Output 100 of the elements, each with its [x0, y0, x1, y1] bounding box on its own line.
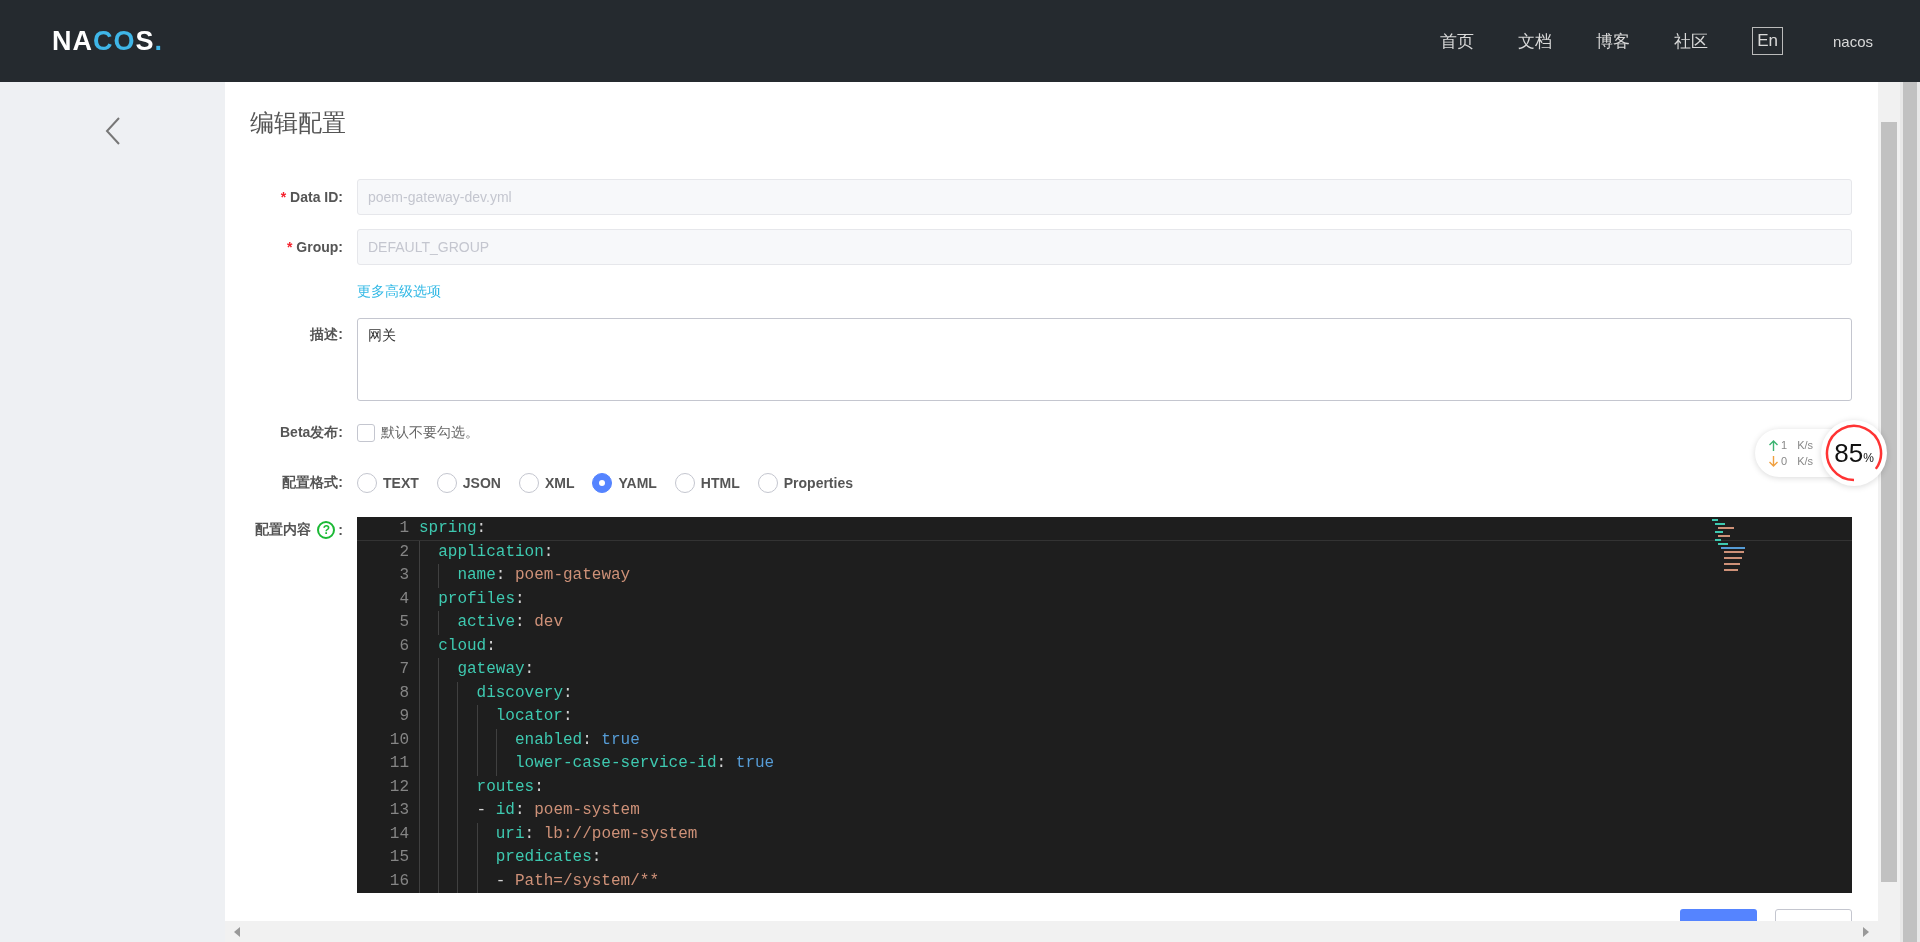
code-token: spring [419, 518, 477, 539]
code-token: enabled [514, 729, 583, 751]
code-token: lb://poem-system [543, 823, 698, 845]
code-editor[interactable] [357, 517, 1852, 893]
speed-unit: K/s [1797, 439, 1814, 451]
code-token: true [735, 753, 775, 774]
code-token: : [514, 800, 526, 821]
logo[interactable]: NACOS. [52, 25, 164, 57]
code-token: profiles [438, 588, 515, 610]
code-token: application [438, 541, 544, 563]
code-token: : [515, 612, 526, 633]
field-label: 配置格式: [281, 474, 343, 492]
code-token: poem-system [534, 800, 640, 821]
code-token: : [534, 776, 544, 798]
colon: : [338, 522, 343, 538]
code-token: : [563, 682, 573, 704]
code-token: : [476, 518, 487, 539]
checkbox-label: 默认不要勾选。 [381, 424, 479, 442]
scroll-right-icon[interactable] [1862, 926, 1870, 937]
line-number: 3 [398, 565, 410, 586]
field-label: 描述: [309, 326, 343, 344]
code-token: dev [534, 612, 563, 633]
nav-link[interactable]: 社区 [1652, 29, 1731, 53]
code-token: locator [495, 706, 563, 727]
radio-circle[interactable] [674, 473, 695, 493]
vertical-scrollbar[interactable] [1878, 82, 1900, 942]
field-label: * Group: [285, 239, 343, 255]
radio-label: Properties [783, 475, 853, 491]
code-token: id [495, 800, 515, 821]
code-token: : [716, 753, 728, 774]
gauge-percent: 85% [1834, 437, 1874, 469]
line-number: 8 [398, 682, 410, 704]
radio-circle[interactable] [757, 473, 778, 493]
upload-arrow-icon [1769, 439, 1778, 451]
format-radio[interactable]: HTML [674, 473, 740, 493]
code-token: predicates [495, 847, 592, 868]
format-radio[interactable]: YAML [592, 473, 657, 493]
radio-label: XML [544, 475, 575, 491]
line-number: 6 [398, 635, 410, 657]
code-token: name [457, 565, 496, 586]
code-token: poem-gateway [515, 565, 631, 586]
code-token: true [601, 729, 640, 751]
code-token: : [543, 541, 554, 563]
line-number: 4 [398, 588, 410, 610]
line-number: 2 [398, 541, 410, 563]
format-radio[interactable]: Properties [757, 473, 853, 493]
code-token: lower-case-service-id [514, 753, 717, 774]
code-token: : [562, 706, 573, 727]
line-number: 10 [388, 729, 410, 751]
field-label: * Data ID: [279, 189, 343, 205]
code-token: : [582, 729, 593, 751]
line-number: 14 [388, 823, 410, 845]
line-number: 13 [388, 800, 410, 821]
speed-unit: K/s [1797, 455, 1814, 467]
radio-circle[interactable] [518, 473, 539, 493]
gauge-ring-icon [1824, 423, 1885, 483]
code-token: - [476, 800, 488, 821]
scroll-left-icon[interactable] [233, 926, 241, 937]
line-number: 7 [398, 659, 410, 680]
download-arrow-icon [1769, 455, 1778, 467]
code-token: routes [476, 776, 535, 798]
line-number: 16 [388, 870, 410, 892]
format-radio[interactable]: XML [518, 473, 575, 493]
radio-label: JSON [462, 475, 501, 491]
radio-label: TEXT [383, 475, 419, 491]
field-label: Beta发布: [279, 424, 343, 442]
line-number: 15 [388, 847, 410, 868]
checkbox[interactable] [357, 424, 375, 442]
user-name[interactable]: nacos [1832, 32, 1873, 50]
code-token: : [486, 635, 496, 657]
radio-label: HTML [700, 475, 740, 491]
download-speed: 0 [1781, 455, 1788, 467]
nav-link[interactable]: 博客 [1574, 29, 1653, 53]
code-token: : [524, 659, 535, 680]
format-radio[interactable]: JSON [436, 473, 501, 493]
code-token: : [524, 823, 536, 845]
code-token: active [457, 612, 515, 633]
line-number: 9 [398, 706, 410, 727]
description-field[interactable]: 网关 [357, 318, 1852, 401]
nav-link[interactable]: 文档 [1496, 29, 1575, 53]
code-token: discovery [476, 682, 563, 704]
radio-circle[interactable] [357, 473, 377, 493]
language-toggle[interactable]: En [1752, 27, 1783, 55]
code-token: cloud [438, 635, 487, 657]
code-token: - [495, 870, 507, 892]
radio-label: YAML [618, 475, 657, 491]
format-radio[interactable]: TEXT [357, 473, 419, 493]
radio-circle[interactable] [436, 473, 457, 493]
scrollbar-thumb[interactable] [1881, 122, 1897, 882]
field-label: 配置内容 [255, 521, 312, 539]
radio-circle[interactable] [592, 473, 613, 493]
code-token: gateway [457, 659, 525, 680]
code-token: Path=/system/** [514, 870, 659, 892]
line-number: 5 [398, 612, 410, 633]
page-title: 编辑配置 [250, 108, 347, 138]
line-number: 11 [388, 753, 410, 774]
nav-link[interactable]: 首页 [1418, 29, 1497, 53]
code-token: : [591, 847, 602, 868]
code-token: : [495, 565, 507, 586]
code-token: : [515, 588, 525, 610]
